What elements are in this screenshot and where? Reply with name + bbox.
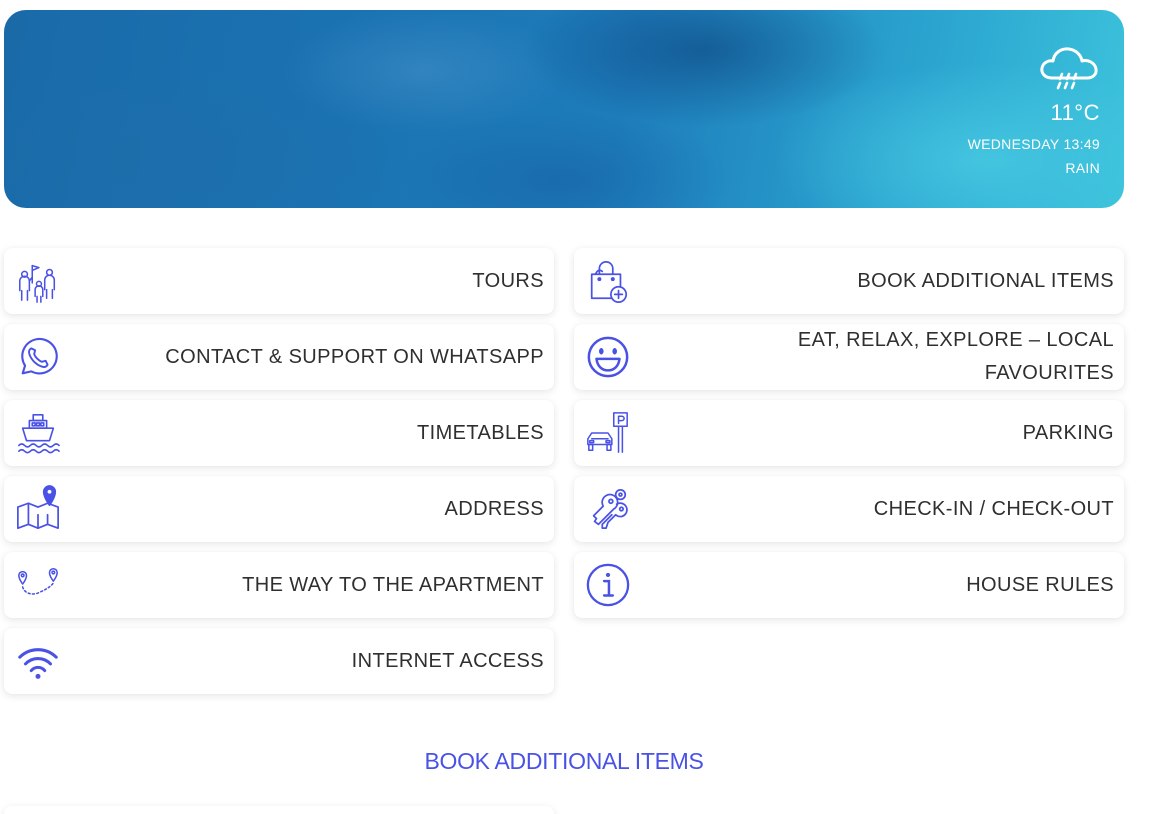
menu-item-way-to-apartment[interactable]: THE WAY TO THE APARTMENT xyxy=(4,552,554,618)
info-icon xyxy=(584,561,632,609)
weather-condition: RAIN xyxy=(1065,160,1100,176)
menu-item-label: HOUSE RULES xyxy=(966,573,1114,596)
menu-item-parking[interactable]: PARKING xyxy=(574,400,1124,466)
menu-item-label: BOOK ADDITIONAL ITEMS xyxy=(857,269,1114,292)
route-icon xyxy=(14,561,62,609)
weather-day-time: WEDNESDAY 13:49 xyxy=(967,136,1100,152)
menu-item-label: THE WAY TO THE APARTMENT xyxy=(242,573,544,596)
menu-item-whatsapp[interactable]: CONTACT & SUPPORT ON WHATSAPP xyxy=(4,324,554,390)
section-title: BOOK ADDITIONAL ITEMS xyxy=(424,748,704,774)
wifi-icon xyxy=(14,637,62,685)
menu-item-timetables[interactable]: TIMETABLES xyxy=(4,400,554,466)
ferry-icon xyxy=(14,409,62,457)
tour-group-icon xyxy=(14,257,62,305)
page: 11°C WEDNESDAY 13:49 RAIN TOURS CONTACT … xyxy=(0,0,1155,814)
menu-item-label: ADDRESS xyxy=(444,497,544,520)
menu-item-label: EAT, RELAX, EXPLORE – LOCAL FAVOURITES xyxy=(797,329,1114,384)
menu-item-label: TOURS xyxy=(472,269,544,292)
menu-item-local-favourites[interactable]: EAT, RELAX, EXPLORE – LOCAL FAVOURITES xyxy=(574,324,1124,390)
shopping-bag-plus-icon xyxy=(584,257,632,305)
rain-cloud-icon xyxy=(1040,47,1098,90)
menu-item-tours[interactable]: TOURS xyxy=(4,248,554,314)
menu-item-label: INTERNET ACCESS xyxy=(351,649,544,672)
smiley-icon xyxy=(584,333,632,381)
menu-item-label: TIMETABLES xyxy=(417,421,544,444)
section-card[interactable] xyxy=(4,806,554,814)
menu-item-book-additional-items[interactable]: BOOK ADDITIONAL ITEMS xyxy=(574,248,1124,314)
map-pin-icon xyxy=(14,485,62,533)
menu-item-address[interactable]: ADDRESS xyxy=(4,476,554,542)
weather-widget: 11°C WEDNESDAY 13:49 RAIN xyxy=(968,44,1100,176)
menu-item-label: CHECK-IN / CHECK-OUT xyxy=(873,497,1114,520)
temperature: 11°C xyxy=(1050,100,1100,125)
menu-item-label: CONTACT & SUPPORT ON WHATSAPP xyxy=(165,345,544,368)
menu-item-house-rules[interactable]: HOUSE RULES xyxy=(574,552,1124,618)
menu-item-internet-access[interactable]: INTERNET ACCESS xyxy=(4,628,554,694)
header-banner: 11°C WEDNESDAY 13:49 RAIN xyxy=(4,10,1124,208)
menu-item-check-in-out[interactable]: CHECK-IN / CHECK-OUT xyxy=(574,476,1124,542)
menu-item-label: PARKING xyxy=(1022,421,1114,444)
parking-car-icon xyxy=(584,409,632,457)
keys-icon xyxy=(584,485,632,533)
whatsapp-icon xyxy=(14,333,62,381)
